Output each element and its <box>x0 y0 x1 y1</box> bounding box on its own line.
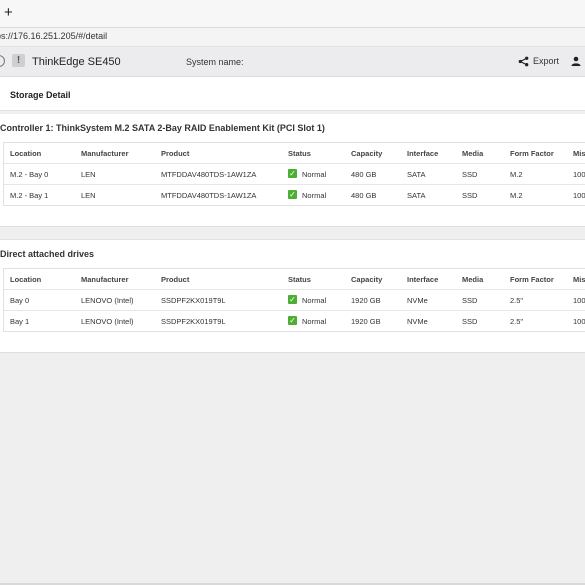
cell-form-factor: M.2 <box>510 191 523 200</box>
column-header-product[interactable]: Product <box>161 149 189 158</box>
cell-media: SSD <box>462 317 478 326</box>
cell-media: SSD <box>462 191 478 200</box>
cell-media: SSD <box>462 296 478 305</box>
cell-misc: 100 <box>573 296 585 305</box>
cell-capacity: 480 GB <box>351 170 377 179</box>
cell-interface: NVMe <box>407 296 428 305</box>
cell-location: M.2 - Bay 1 <box>10 191 49 200</box>
product-name: ThinkEdge SE450 <box>32 56 121 68</box>
cell-capacity: 1920 GB <box>351 296 381 305</box>
address-bar[interactable]: https://176.16.251.205/#/detail <box>0 28 585 47</box>
cell-location: Bay 0 <box>10 296 30 305</box>
cell-status: Normal <box>302 191 327 200</box>
cell-product: SSDPF2KX019T9L <box>161 317 226 326</box>
table-header-row: Location Manufacturer Product Status Cap… <box>4 143 585 164</box>
export-label: Export <box>533 56 560 66</box>
column-header-status[interactable]: Status <box>288 275 311 284</box>
check-icon: ✓ <box>288 295 297 304</box>
cell-form-factor: 2.5" <box>510 317 524 326</box>
direct-attached-card: Direct attached drives Location Manufact… <box>0 239 585 353</box>
cell-capacity: 1920 GB <box>351 317 381 326</box>
cell-product: MTFDDAV480TDS-1AW1ZA <box>161 170 257 179</box>
page-title: Storage Detail <box>10 90 71 100</box>
cell-interface: NVMe <box>407 317 428 326</box>
column-header-capacity[interactable]: Capacity <box>351 275 382 284</box>
cell-status: Normal <box>302 170 327 179</box>
export-button[interactable]: Export <box>518 54 559 68</box>
column-header-manufacturer[interactable]: Manufacturer <box>81 149 129 158</box>
share-icon <box>518 56 529 66</box>
column-header-form-factor[interactable]: Form Factor <box>510 149 554 158</box>
direct-attached-title: Direct attached drives <box>0 249 95 259</box>
check-icon: ✓ <box>288 190 297 199</box>
cell-product: SSDPF2KX019T9L <box>161 296 226 305</box>
column-header-capacity[interactable]: Capacity <box>351 149 382 158</box>
cell-manufacturer: LEN <box>81 191 96 200</box>
cell-interface: SATA <box>407 170 426 179</box>
column-header-misc[interactable]: Mis <box>573 149 585 158</box>
cell-form-factor: M.2 <box>510 170 523 179</box>
cell-form-factor: 2.5" <box>510 296 524 305</box>
column-header-misc[interactable]: Mis <box>573 275 585 284</box>
column-header-manufacturer[interactable]: Manufacturer <box>81 275 129 284</box>
cell-media: SSD <box>462 170 478 179</box>
drives-table: Location Manufacturer Product Status Cap… <box>3 268 585 332</box>
cell-status: Normal <box>302 296 327 305</box>
controller-title: Controller 1: ThinkSystem M.2 SATA 2-Bay… <box>0 123 325 133</box>
check-icon: ✓ <box>288 169 297 178</box>
column-header-interface[interactable]: Interface <box>407 149 438 158</box>
cell-manufacturer: LEN <box>81 170 96 179</box>
cell-misc: 100 <box>573 191 585 200</box>
table-header-row: Location Manufacturer Product Status Cap… <box>4 269 585 290</box>
cell-interface: SATA <box>407 191 426 200</box>
column-header-form-factor[interactable]: Form Factor <box>510 275 554 284</box>
new-tab-button[interactable]: + <box>4 4 13 22</box>
column-header-location[interactable]: Location <box>10 275 41 284</box>
cell-misc: 100 <box>573 170 585 179</box>
column-header-product[interactable]: Product <box>161 275 189 284</box>
column-header-media[interactable]: Media <box>462 149 483 158</box>
column-header-status[interactable]: Status <box>288 149 311 158</box>
user-icon[interactable] <box>571 56 581 66</box>
cell-product: MTFDDAV480TDS-1AW1ZA <box>161 191 257 200</box>
cell-location: Bay 1 <box>10 317 30 326</box>
system-name-label: System name: <box>186 57 244 67</box>
cell-misc: 100 <box>573 317 585 326</box>
app-header: ! ThinkEdge SE450 System name: Export <box>0 48 585 77</box>
drives-table: Location Manufacturer Product Status Cap… <box>3 142 585 206</box>
cell-manufacturer: LENOVO (Intel) <box>81 296 134 305</box>
table-row[interactable]: M.2 - Bay 0 LEN MTFDDAV480TDS-1AW1ZA ✓ N… <box>4 164 585 185</box>
table-row[interactable]: Bay 0 LENOVO (Intel) SSDPF2KX019T9L ✓ No… <box>4 290 585 311</box>
check-icon: ✓ <box>288 316 297 325</box>
cell-manufacturer: LENOVO (Intel) <box>81 317 134 326</box>
cell-capacity: 480 GB <box>351 191 377 200</box>
column-header-media[interactable]: Media <box>462 275 483 284</box>
column-header-location[interactable]: Location <box>10 149 41 158</box>
cell-location: M.2 - Bay 0 <box>10 170 49 179</box>
power-icon[interactable] <box>0 55 5 67</box>
alert-icon[interactable]: ! <box>12 54 25 67</box>
page-title-bar: Storage Detail <box>0 77 585 111</box>
table-row[interactable]: M.2 - Bay 1 LEN MTFDDAV480TDS-1AW1ZA ✓ N… <box>4 185 585 205</box>
table-row[interactable]: Bay 1 LENOVO (Intel) SSDPF2KX019T9L ✓ No… <box>4 311 585 331</box>
controller-card: Controller 1: ThinkSystem M.2 SATA 2-Bay… <box>0 114 585 227</box>
column-header-interface[interactable]: Interface <box>407 275 438 284</box>
cell-status: Normal <box>302 317 327 326</box>
url-text[interactable]: https://176.16.251.205/#/detail <box>0 31 107 41</box>
browser-tab-bar: + <box>0 0 585 28</box>
